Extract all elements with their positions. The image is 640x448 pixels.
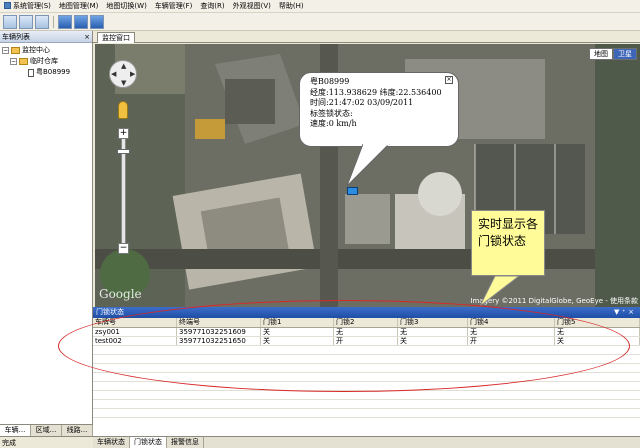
tab-monitor-window[interactable]: 监控窗口 — [97, 32, 135, 43]
tree-group-label: 临时仓库 — [30, 57, 58, 65]
menu-bar: 系统管理(S) 地图管理(M) 地图切换(W) 车辆管理(F) 查询(R) 外观… — [0, 0, 640, 13]
new-icon[interactable] — [3, 14, 17, 29]
column-header[interactable]: 门锁1 — [261, 318, 334, 327]
tab-door-lock-status[interactable]: 门锁状态 — [130, 437, 167, 448]
column-header[interactable]: 门锁4 — [468, 318, 555, 327]
left-panel-tabs: 车辆... 区域... 线路... — [0, 424, 93, 436]
tree-vehicle[interactable]: 粤B08999 — [2, 67, 92, 78]
status-bar: 完成 — [0, 436, 93, 448]
menu-query-label: 查询(R) — [200, 1, 225, 10]
vehicle-tree: − 监控中心 − 临时仓库 粤B08999 — [0, 43, 92, 78]
tab-vehicles[interactable]: 车辆... — [0, 425, 31, 436]
empty-row — [93, 364, 640, 373]
door-lock-panel: 门锁状态 ▼ᐩ× 车牌号 终端号 门锁1 门锁2 门锁3 门锁4 门锁5 zsy… — [93, 307, 640, 436]
vehicle-list-panel: 车辆列表 × − 监控中心 − 临时仓库 粤B08999 车辆... 区域...… — [0, 31, 93, 436]
menu-system-label: 系统管理(S) — [13, 1, 51, 10]
folder-icon — [11, 47, 20, 54]
app-icon — [4, 1, 11, 9]
plate-cell: test002 — [93, 337, 177, 345]
column-header[interactable]: 门锁5 — [555, 318, 640, 327]
lock-cell: 无 — [334, 328, 398, 336]
panel-controls: ▼ᐩ× — [614, 307, 637, 318]
bottom-panel-tabs: 车辆状态 门锁状态 报警信息 — [93, 436, 640, 448]
column-header[interactable]: 门锁3 — [398, 318, 468, 327]
column-header[interactable]: 终端号 — [177, 318, 261, 327]
lock-cell: 关 — [555, 337, 640, 345]
terminal-cell: 359771032251650 — [177, 337, 261, 345]
print-icon[interactable] — [35, 14, 49, 29]
vehicle-list-title: 车辆列表 — [2, 33, 30, 41]
menu-help[interactable]: 帮助(H) — [275, 0, 308, 13]
close-icon[interactable]: × — [84, 31, 90, 43]
empty-row — [93, 409, 640, 418]
tree-vehicle-label: 粤B08999 — [36, 68, 71, 76]
folder-icon — [19, 58, 28, 65]
menu-map-manage[interactable]: 地图管理(M) — [55, 0, 103, 13]
menu-query[interactable]: 查询(R) — [196, 0, 228, 13]
tab-areas[interactable]: 区域... — [31, 425, 62, 436]
menu-map-switch[interactable]: 地图切换(W) — [102, 0, 150, 13]
menu-map-switch-label: 地图切换(W) — [106, 1, 147, 10]
collapse-icon[interactable]: − — [10, 58, 17, 65]
menu-view[interactable]: 外观视图(V) — [229, 0, 275, 13]
table-row[interactable]: zsy001 359771032251609 关 无 无 无 无 — [93, 328, 640, 337]
tree-group[interactable]: − 临时仓库 — [2, 56, 92, 67]
tab-vehicle-status[interactable]: 车辆状态 — [93, 437, 130, 448]
lock-cell: 关 — [398, 337, 468, 345]
vehicle-list-header: 车辆列表 × — [0, 31, 92, 43]
menu-help-label: 帮助(H) — [278, 1, 304, 10]
menu-vehicle[interactable]: 车辆管理(F) — [151, 0, 197, 13]
lock-cell: 关 — [261, 328, 334, 336]
menu-system[interactable]: 系统管理(S) — [0, 0, 55, 13]
tab-alarm-info[interactable]: 报警信息 — [167, 437, 204, 448]
add-icon[interactable] — [90, 14, 104, 29]
menu-map-manage-label: 地图管理(M) — [58, 1, 99, 10]
lock-cell: 开 — [468, 337, 555, 345]
document-tabs: 监控窗口 — [93, 31, 640, 43]
close-icon[interactable]: × — [628, 308, 637, 316]
collapse-icon[interactable]: − — [2, 47, 9, 54]
status-text: 完成 — [2, 439, 16, 447]
lock-cell: 无 — [398, 328, 468, 336]
toolbar-separator — [53, 15, 54, 28]
table-row[interactable]: test002 359771032251650 关 开 关 开 关 — [93, 337, 640, 346]
door-lock-title: 门锁状态 — [96, 308, 124, 316]
menu-vehicle-label: 车辆管理(F) — [154, 1, 193, 10]
monitor-icon[interactable] — [58, 14, 72, 29]
terminal-cell: 359771032251609 — [177, 328, 261, 336]
tree-root-label: 监控中心 — [22, 46, 50, 54]
empty-row — [93, 346, 640, 355]
column-header[interactable]: 门锁2 — [334, 318, 398, 327]
popup-pointer — [346, 144, 390, 187]
empty-row — [93, 400, 640, 409]
lock-table-header: 车牌号 终端号 门锁1 门锁2 门锁3 门锁4 门锁5 — [93, 318, 640, 328]
column-header[interactable]: 车牌号 — [93, 318, 177, 327]
lock-cell: 关 — [261, 337, 334, 345]
empty-row — [93, 373, 640, 382]
vehicle-icon — [28, 68, 34, 77]
menu-view-label: 外观视图(V) — [232, 1, 271, 10]
track-icon[interactable] — [74, 14, 88, 29]
lock-cell: 开 — [334, 337, 398, 345]
plate-cell: zsy001 — [93, 328, 177, 336]
empty-row — [93, 382, 640, 391]
lock-cell: 无 — [468, 328, 555, 336]
tab-routes[interactable]: 线路... — [62, 425, 93, 436]
tree-root[interactable]: − 监控中心 — [2, 45, 92, 56]
save-icon[interactable] — [19, 14, 33, 29]
empty-row — [93, 391, 640, 400]
door-lock-header: 门锁状态 ▼ᐩ× — [93, 307, 640, 318]
satellite-map[interactable]: 地图 卫星 ▲ ▼ ◀ ▶ + − Google Imagery ©2011 D… — [95, 44, 640, 307]
toolbar — [0, 13, 640, 31]
empty-row — [93, 355, 640, 364]
lock-cell: 无 — [555, 328, 640, 336]
